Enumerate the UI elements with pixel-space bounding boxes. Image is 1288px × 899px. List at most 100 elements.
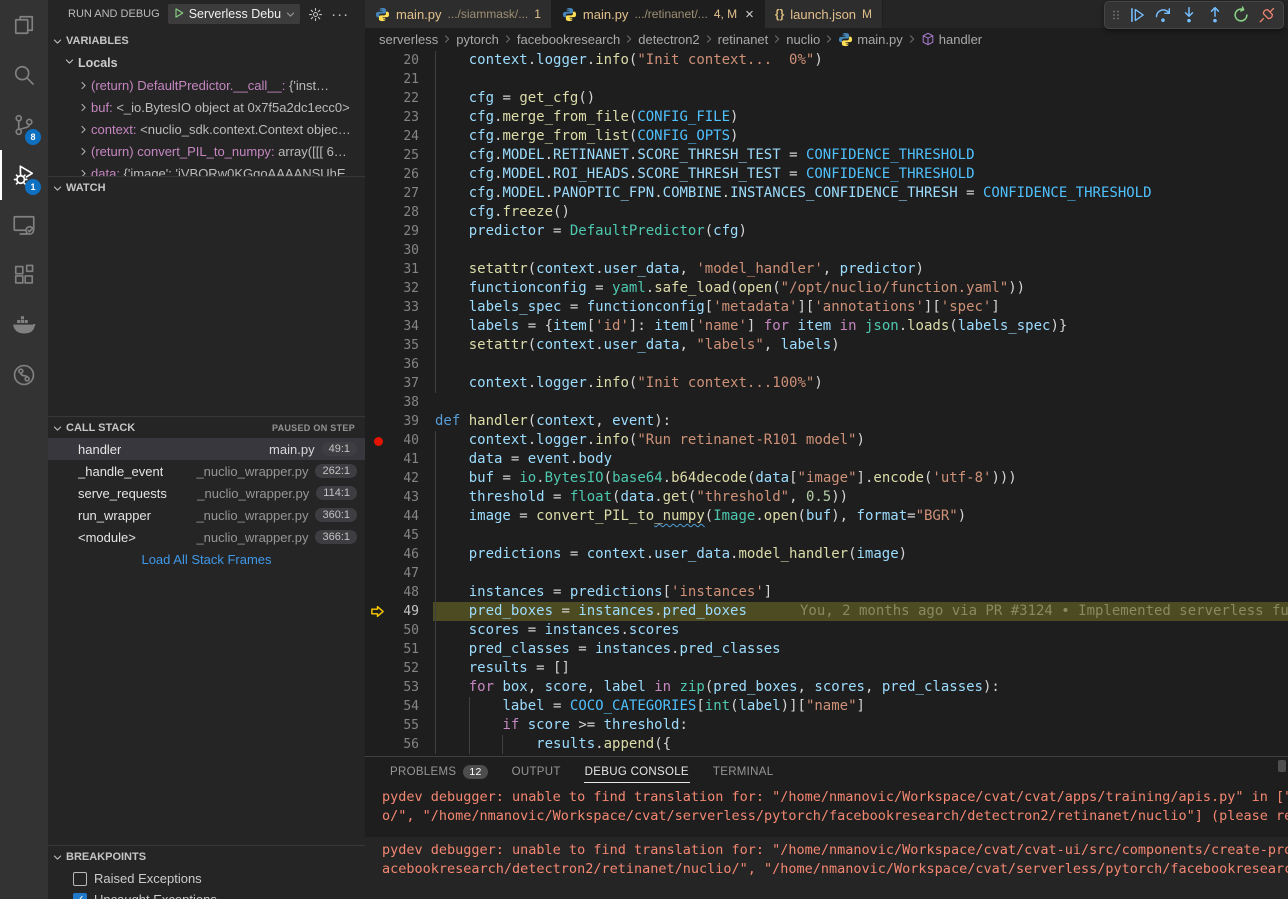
code-line-42[interactable]: 42 buf = io.BytesIO(base64.b64decode(dat… — [365, 469, 1288, 488]
variable-row[interactable]: (return) convert_PIL_to_numpy: array([[[… — [48, 140, 365, 162]
line-number[interactable]: 21 — [365, 70, 419, 89]
code-line-40[interactable]: 40 context.logger.info("Run retinanet-R1… — [365, 431, 1288, 450]
panel-tab-output[interactable]: OUTPUT — [500, 757, 573, 787]
breadcrumb-item-detectron2[interactable]: detectron2 — [638, 32, 699, 47]
line-number[interactable]: 46 — [365, 545, 419, 564]
code-line-23[interactable]: 23 cfg.merge_from_file(CONFIG_FILE) — [365, 108, 1288, 127]
code-line-36[interactable]: 36 — [365, 355, 1288, 374]
watch-section-header[interactable]: WATCH — [48, 176, 365, 199]
line-number[interactable]: 53 — [365, 678, 419, 697]
step-into-button[interactable] — [1177, 3, 1201, 27]
code-line-28[interactable]: 28 cfg.freeze() — [365, 203, 1288, 222]
breadcrumb-item-pytorch[interactable]: pytorch — [456, 32, 499, 47]
activity-bar-item-search[interactable] — [0, 50, 48, 100]
line-number[interactable]: 55 — [365, 716, 419, 735]
line-number[interactable]: 23 — [365, 108, 419, 127]
line-number[interactable]: 37 — [365, 374, 419, 393]
line-number[interactable]: 47 — [365, 564, 419, 583]
line-number[interactable]: 48 — [365, 583, 419, 602]
variable-row[interactable]: (return) DefaultPredictor.__call__: {'in… — [48, 74, 365, 96]
line-number[interactable]: 22 — [365, 89, 419, 108]
line-number[interactable]: 39 — [365, 412, 419, 431]
gear-icon[interactable] — [308, 7, 323, 22]
console-entry[interactable]: pydev debugger: unable to find translati… — [365, 837, 1288, 899]
checkbox-unchecked-icon[interactable] — [73, 872, 87, 886]
line-number[interactable]: 43 — [365, 488, 419, 507]
restart-button[interactable] — [1229, 3, 1253, 27]
code-line-50[interactable]: 50 scores = instances.scores — [365, 621, 1288, 640]
line-number[interactable]: 26 — [365, 165, 419, 184]
code-line-53[interactable]: 53 for box, score, label in zip(pred_box… — [365, 678, 1288, 697]
breadcrumb-item-handler[interactable]: handler — [921, 32, 982, 47]
code-line-45[interactable]: 45 — [365, 526, 1288, 545]
code-line-46[interactable]: 46 predictions = context.user_data.model… — [365, 545, 1288, 564]
code-line-44[interactable]: 44 image = convert_PIL_to_numpy(Image.op… — [365, 507, 1288, 526]
line-number[interactable]: 50 — [365, 621, 419, 640]
step-out-button[interactable] — [1203, 3, 1227, 27]
code-line-49[interactable]: 49 pred_boxes = instances.pred_boxesYou,… — [365, 602, 1288, 621]
code-line-47[interactable]: 47 — [365, 564, 1288, 583]
activity-bar-item-remote-explorer[interactable] — [0, 200, 48, 250]
checkbox-checked-icon[interactable]: ✓ — [73, 893, 87, 899]
breadcrumb-item-retinanet[interactable]: retinanet — [718, 32, 769, 47]
breadcrumb-item-nuclio[interactable]: nuclio — [786, 32, 820, 47]
line-number[interactable]: 35 — [365, 336, 419, 355]
close-icon[interactable]: × — [745, 7, 754, 22]
line-number[interactable]: 44 — [365, 507, 419, 526]
panel-tab-terminal[interactable]: TERMINAL — [701, 757, 786, 787]
start-debugging-icon[interactable] — [173, 7, 185, 22]
line-number[interactable]: 51 — [365, 640, 419, 659]
panel-tab-debug-console[interactable]: DEBUG CONSOLE — [573, 757, 701, 787]
line-number[interactable]: 54 — [365, 697, 419, 716]
line-number[interactable]: 52 — [365, 659, 419, 678]
call-stack-section-header[interactable]: CALL STACK PAUSED ON STEP — [48, 416, 365, 439]
code-line-26[interactable]: 26 cfg.MODEL.ROI_HEADS.SCORE_THRESH_TEST… — [365, 165, 1288, 184]
panel-scrollbar-thumb[interactable] — [1278, 760, 1286, 772]
code-line-41[interactable]: 41 data = event.body — [365, 450, 1288, 469]
code-line-52[interactable]: 52 results = [] — [365, 659, 1288, 678]
code-line-33[interactable]: 33 labels_spec = functionconfig['metadat… — [365, 298, 1288, 317]
line-number[interactable]: 30 — [365, 241, 419, 260]
line-number[interactable]: 49 — [365, 602, 419, 621]
line-number[interactable]: 45 — [365, 526, 419, 545]
breakpoint-row[interactable]: Raised Exceptions — [48, 868, 365, 889]
activity-bar-item-explorer[interactable] — [0, 0, 48, 50]
line-number[interactable]: 28 — [365, 203, 419, 222]
code-line-29[interactable]: 29 predictor = DefaultPredictor(cfg) — [365, 222, 1288, 241]
load-all-stack-frames-link[interactable]: Load All Stack Frames — [48, 548, 365, 570]
code-line-20[interactable]: 20 context.logger.info("Init context... … — [365, 51, 1288, 70]
code-line-31[interactable]: 31 setattr(context.user_data, 'model_han… — [365, 260, 1288, 279]
code-line-54[interactable]: 54 label = COCO_CATEGORIES[int(label)]["… — [365, 697, 1288, 716]
code-line-39[interactable]: 39def handler(context, event): — [365, 412, 1288, 431]
code-line-34[interactable]: 34 labels = {item['id']: item['name'] fo… — [365, 317, 1288, 336]
activity-bar-item-docker[interactable] — [0, 300, 48, 350]
debug-config-dropdown[interactable]: Serverless Debu — [168, 4, 300, 24]
line-number[interactable]: 20 — [365, 51, 419, 70]
call-stack-frame[interactable]: serve_requests_nuclio_wrapper.py114:1 — [48, 482, 365, 504]
variable-row[interactable]: buf: <_io.BytesIO object at 0x7f5a2dc1ec… — [48, 96, 365, 118]
breakpoint-row[interactable]: ✓Uncaught Exceptions — [48, 889, 365, 899]
line-number[interactable]: 32 — [365, 279, 419, 298]
activity-bar-item-git-graph[interactable] — [0, 350, 48, 400]
locals-scope-row[interactable]: Locals — [48, 52, 365, 74]
step-over-button[interactable] — [1151, 3, 1175, 27]
code-line-27[interactable]: 27 cfg.MODEL.PANOPTIC_FPN.COMBINE.INSTAN… — [365, 184, 1288, 203]
breadcrumb-item-facebookresearch[interactable]: facebookresearch — [517, 32, 620, 47]
call-stack-frame[interactable]: _handle_event_nuclio_wrapper.py262:1 — [48, 460, 365, 482]
line-number[interactable]: 31 — [365, 260, 419, 279]
activity-bar-item-source-control[interactable]: 8 — [0, 100, 48, 150]
line-number[interactable]: 24 — [365, 127, 419, 146]
line-number[interactable]: 38 — [365, 393, 419, 412]
line-number[interactable]: 34 — [365, 317, 419, 336]
editor-tab-main-py[interactable]: main.py.../retinanet/...4, M× — [552, 0, 765, 28]
code-line-25[interactable]: 25 cfg.MODEL.RETINANET.SCORE_THRESH_TEST… — [365, 146, 1288, 165]
editor-tab-launch-json[interactable]: {}launch.jsonM — [765, 0, 883, 28]
code-line-37[interactable]: 37 context.logger.info("Init context...1… — [365, 374, 1288, 393]
disconnect-button[interactable] — [1255, 3, 1279, 27]
code-editor[interactable]: 20 context.logger.info("Init context... … — [365, 50, 1288, 756]
line-number[interactable]: 41 — [365, 450, 419, 469]
variable-row[interactable]: context: <nuclio_sdk.context.Context obj… — [48, 118, 365, 140]
code-line-35[interactable]: 35 setattr(context.user_data, "labels", … — [365, 336, 1288, 355]
continue-button[interactable] — [1125, 3, 1149, 27]
call-stack-frame[interactable]: run_wrapper_nuclio_wrapper.py360:1 — [48, 504, 365, 526]
